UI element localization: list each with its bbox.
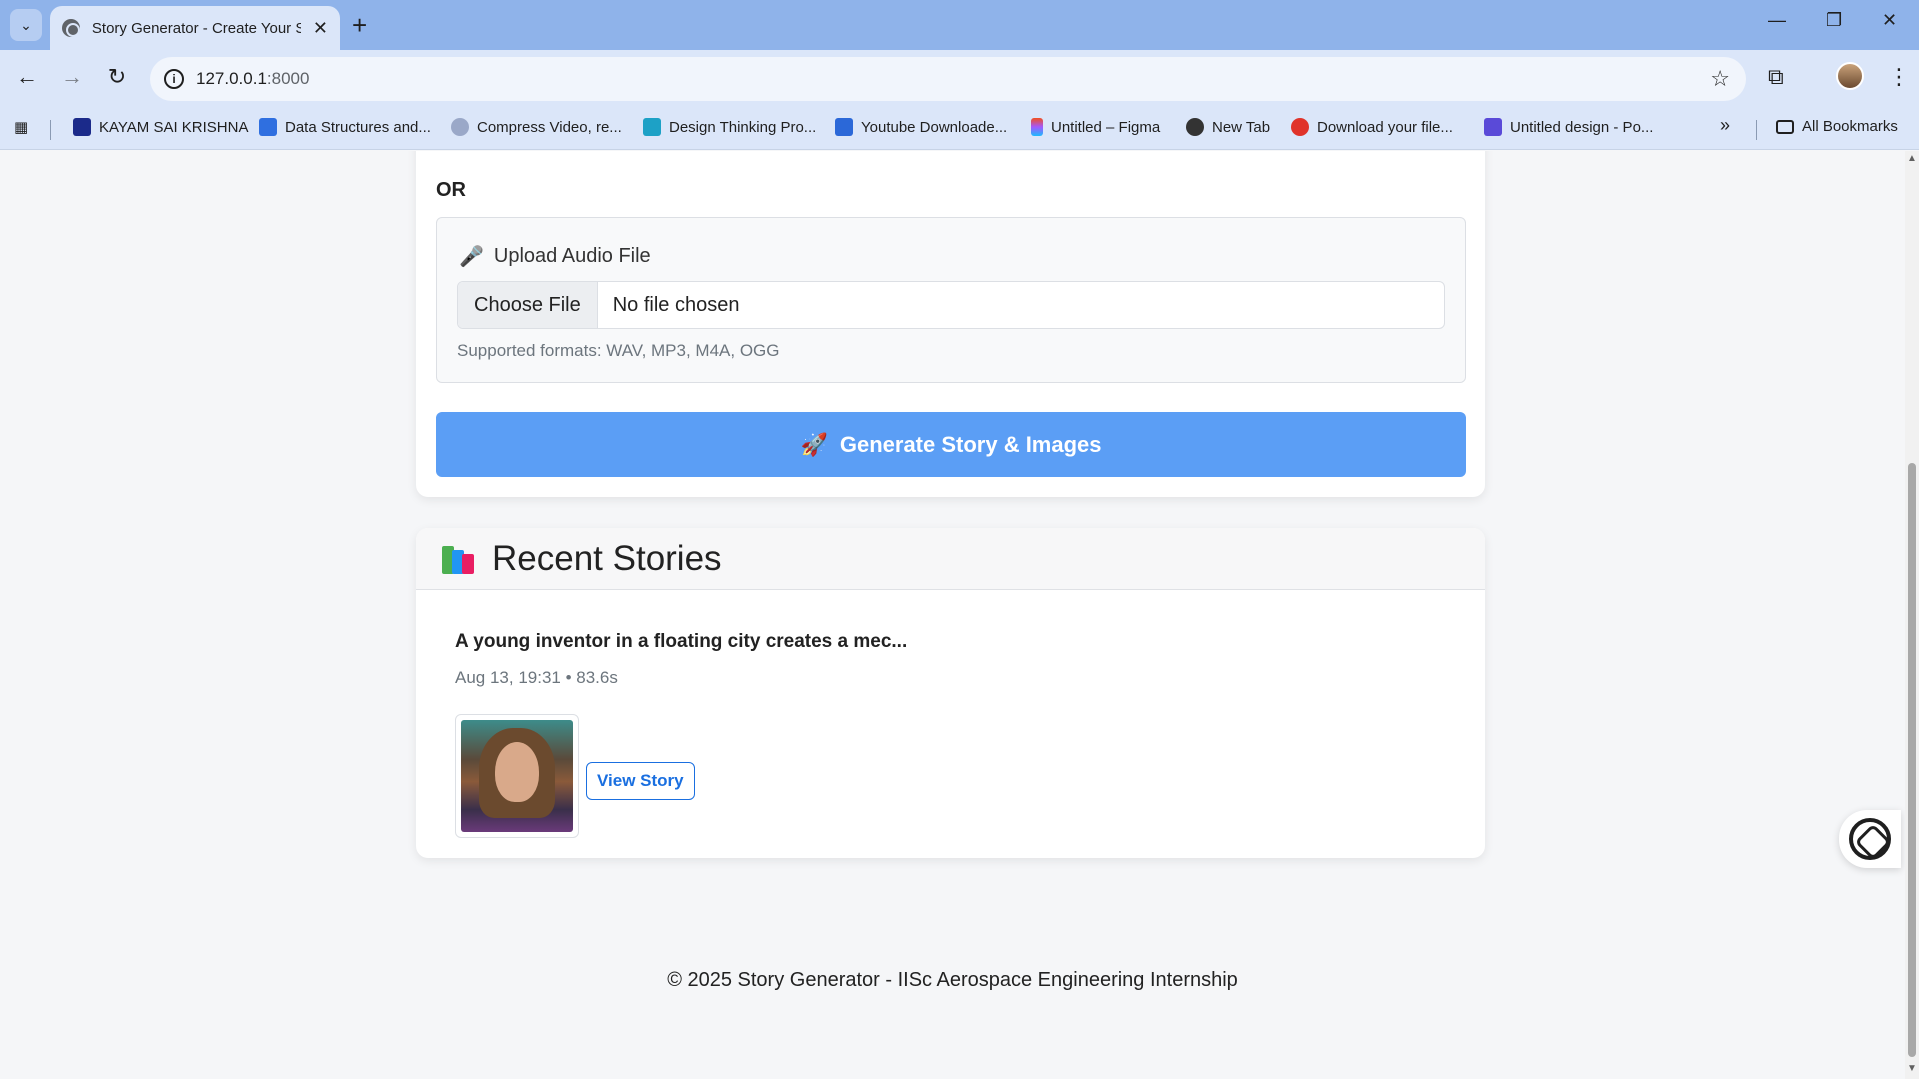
bookmarks-bar: ▦ KAYAM SAI KRISHNA Data Structures and.…: [0, 108, 1919, 150]
bookmark-item[interactable]: KAYAM SAI KRISHNA: [73, 118, 248, 136]
footer-copyright: © 2025 Story Generator - IISc Aerospace …: [667, 969, 1238, 991]
restore-icon[interactable]: ❐: [1826, 10, 1842, 31]
recent-stories-title: Recent Stories: [492, 538, 722, 578]
all-bookmarks[interactable]: All Bookmarks: [1776, 118, 1898, 135]
canva-logo-icon: [1484, 118, 1502, 136]
c-logo-icon: [73, 118, 91, 136]
bookmark-item[interactable]: Data Structures and...: [259, 118, 431, 136]
profile-avatar[interactable]: [1836, 62, 1864, 90]
file-status-text: No file chosen: [612, 293, 740, 316]
bookmarks-overflow-chevron[interactable]: »: [1720, 115, 1730, 136]
bookmark-item[interactable]: New Tab: [1186, 118, 1270, 136]
minimize-icon[interactable]: —: [1768, 10, 1786, 31]
design-logo-icon: [643, 118, 661, 136]
bookmark-item[interactable]: Untitled – Figma: [1031, 118, 1160, 136]
apps-grid-icon[interactable]: ▦: [14, 118, 28, 136]
generate-story-button[interactable]: 🚀 Generate Story & Images: [436, 412, 1466, 477]
site-info-icon[interactable]: i: [164, 69, 184, 89]
tab-title: Story Generator - Create Your S: [91, 19, 301, 37]
story-meta: Aug 13, 19:31 • 83.6s: [455, 668, 618, 687]
figma-logo-icon: [1031, 118, 1043, 136]
extensions-icon[interactable]: ⧉: [1768, 64, 1784, 90]
new-tab-button[interactable]: +: [352, 10, 367, 40]
globe-icon: [62, 19, 80, 37]
back-icon[interactable]: ←: [12, 64, 42, 90]
story-thumbnail[interactable]: [455, 714, 579, 838]
bookmark-item[interactable]: Design Thinking Pro...: [643, 118, 816, 136]
rocket-icon: 🚀: [800, 431, 828, 457]
upload-section: 🎤 Upload Audio File Choose File No file …: [436, 217, 1466, 383]
story-image: [461, 720, 573, 832]
download-logo-icon: [1291, 118, 1309, 136]
close-tab-icon[interactable]: ✕: [313, 18, 328, 39]
supported-formats-hint: Supported formats: WAV, MP3, M4A, OGG: [457, 341, 780, 360]
url-text: 127.0.0.1:8000: [196, 69, 310, 88]
books-icon: [442, 544, 476, 574]
bookmarks-divider: [50, 120, 51, 140]
chrome-logo-icon: [1186, 118, 1204, 136]
reload-icon[interactable]: ↻: [102, 64, 132, 90]
page-scrollbar[interactable]: ▲ ▼: [1905, 151, 1919, 1079]
bookmark-item[interactable]: Download your file...: [1291, 118, 1453, 136]
generate-button-label: Generate Story & Images: [839, 431, 1102, 457]
address-bar[interactable]: i 127.0.0.1:8000 ☆: [150, 57, 1746, 101]
bookmark-item[interactable]: Untitled design - Po...: [1484, 118, 1653, 136]
page-viewport: OR 🎤 Upload Audio File Choose File No fi…: [0, 151, 1905, 1079]
scrollbar-thumb[interactable]: [1908, 463, 1916, 1057]
scroll-up-arrow-icon[interactable]: ▲: [1907, 153, 1917, 164]
upload-label-text: Upload Audio File: [493, 245, 651, 267]
or-divider-label: OR: [436, 179, 466, 201]
choose-file-button[interactable]: Choose File: [458, 282, 598, 328]
browser-tab-active[interactable]: Story Generator - Create Your S ✕: [50, 6, 340, 50]
youtube-dl-logo-icon: [835, 118, 853, 136]
folder-icon: [1776, 119, 1794, 134]
bookmarks-divider: [1756, 120, 1757, 140]
bookmark-item[interactable]: Compress Video, re...: [451, 118, 622, 136]
tab-search-dropdown[interactable]: ⌄: [10, 9, 42, 41]
menu-kebab-icon[interactable]: ⋮: [1888, 64, 1910, 90]
microphone-icon: 🎤: [459, 246, 484, 268]
bookmark-item[interactable]: Youtube Downloade...: [835, 118, 1007, 136]
story-title: A young inventor in a floating city crea…: [455, 631, 908, 652]
close-window-icon[interactable]: ✕: [1882, 10, 1897, 31]
ai-assistant-button[interactable]: [1839, 810, 1901, 868]
compress-logo-icon: [451, 118, 469, 136]
upload-label: 🎤 Upload Audio File: [459, 244, 651, 269]
recent-stories-header: Recent Stories: [416, 528, 1485, 590]
browser-tab-bar: ⌄ Story Generator - Create Your S ✕ + — …: [0, 0, 1919, 50]
scroll-down-arrow-icon[interactable]: ▼: [1907, 1063, 1917, 1074]
bookmark-star-icon[interactable]: ☆: [1710, 66, 1730, 92]
ai-assistant-icon: [1849, 818, 1891, 860]
audio-file-input[interactable]: Choose File No file chosen: [457, 281, 1445, 329]
view-story-button[interactable]: View Story: [586, 762, 695, 800]
recent-stories-card: Recent Stories A young inventor in a flo…: [416, 528, 1485, 858]
l-logo-icon: [259, 118, 277, 136]
forward-icon[interactable]: →: [57, 64, 87, 90]
browser-toolbar: ← → ↻ i 127.0.0.1:8000 ☆ ⧉ ⋮: [0, 50, 1919, 108]
